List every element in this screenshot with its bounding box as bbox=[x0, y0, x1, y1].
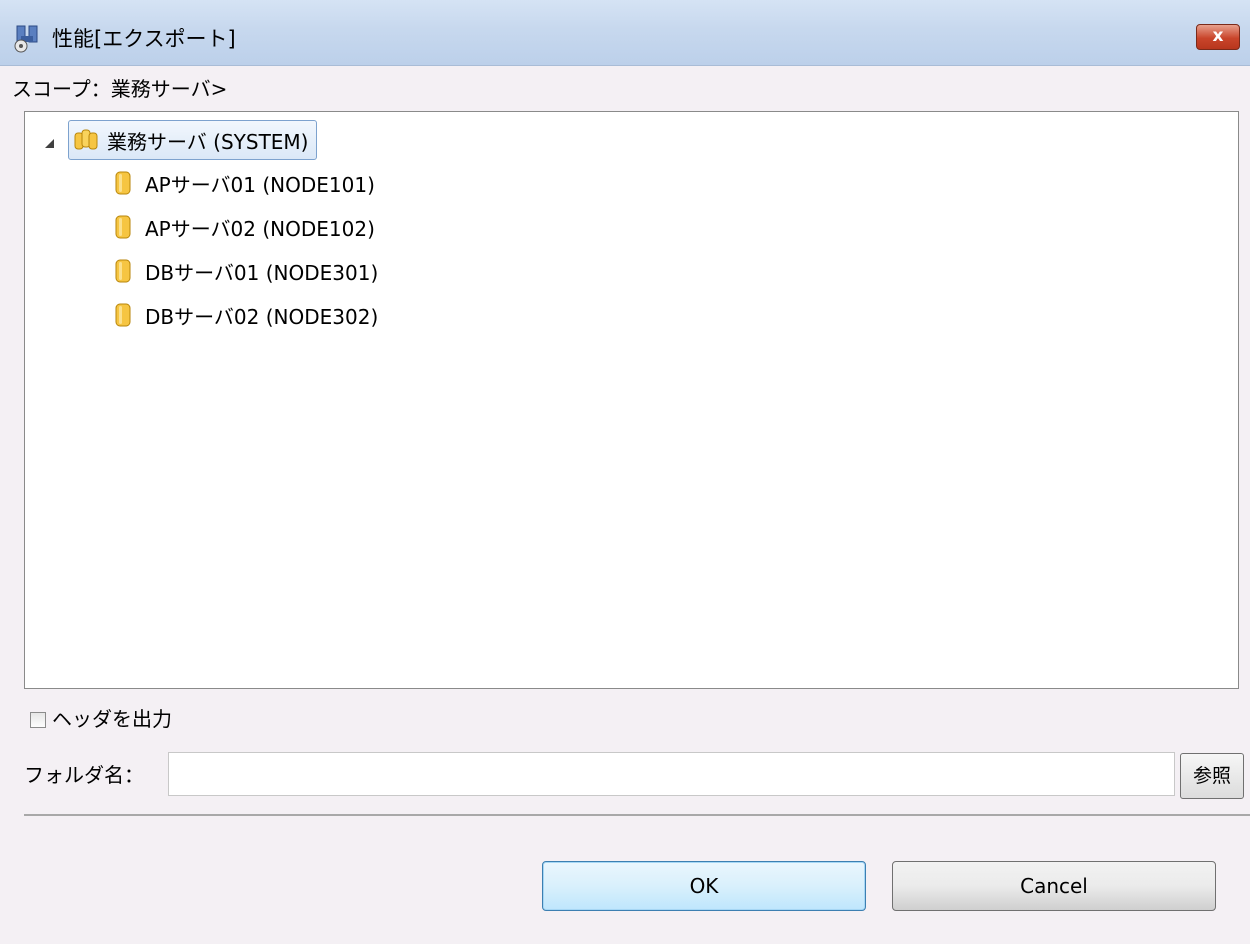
cancel-button[interactable]: Cancel bbox=[892, 861, 1216, 911]
tree-node-label: DBサーバ02 (NODE302) bbox=[145, 304, 379, 329]
tree-node[interactable]: APサーバ01 (NODE101) bbox=[115, 166, 375, 200]
folder-name-input[interactable] bbox=[168, 752, 1175, 796]
browse-button[interactable]: 参照 bbox=[1180, 753, 1244, 799]
tree-root-label: 業務サーバ (SYSTEM) bbox=[107, 129, 309, 154]
scope-label: スコープ：業務サーバ> bbox=[12, 77, 228, 101]
scope-folder-icon bbox=[74, 129, 98, 150]
node-icon bbox=[115, 303, 131, 327]
tree-node[interactable]: DBサーバ01 (NODE301) bbox=[115, 254, 378, 288]
app-icon bbox=[14, 25, 38, 53]
tree-expander-icon[interactable] bbox=[45, 139, 54, 148]
title-bar: 性能[エクスポート] x bbox=[0, 0, 1250, 66]
header-output-label[interactable]: ヘッダを出力 bbox=[52, 706, 172, 732]
node-icon bbox=[115, 259, 131, 283]
tree-node-label: APサーバ02 (NODE102) bbox=[145, 216, 375, 241]
tree-node[interactable]: APサーバ02 (NODE102) bbox=[115, 210, 375, 244]
header-output-checkbox[interactable] bbox=[30, 712, 46, 728]
scope-tree[interactable]: 業務サーバ (SYSTEM) APサーバ01 (NODE101) APサーバ02… bbox=[24, 111, 1239, 689]
tree-node-label: DBサーバ01 (NODE301) bbox=[145, 260, 379, 285]
close-button[interactable]: x bbox=[1196, 24, 1240, 50]
folder-name-label: フォルダ名： bbox=[24, 763, 144, 787]
node-icon bbox=[115, 215, 131, 239]
separator bbox=[24, 814, 1250, 816]
tree-root-node[interactable]: 業務サーバ (SYSTEM) bbox=[68, 120, 318, 160]
node-icon bbox=[115, 171, 131, 195]
window-title: 性能[エクスポート] bbox=[52, 27, 236, 51]
tree-node-label: APサーバ01 (NODE101) bbox=[145, 172, 375, 197]
ok-button[interactable]: OK bbox=[542, 861, 866, 911]
tree-node[interactable]: DBサーバ02 (NODE302) bbox=[115, 298, 378, 332]
